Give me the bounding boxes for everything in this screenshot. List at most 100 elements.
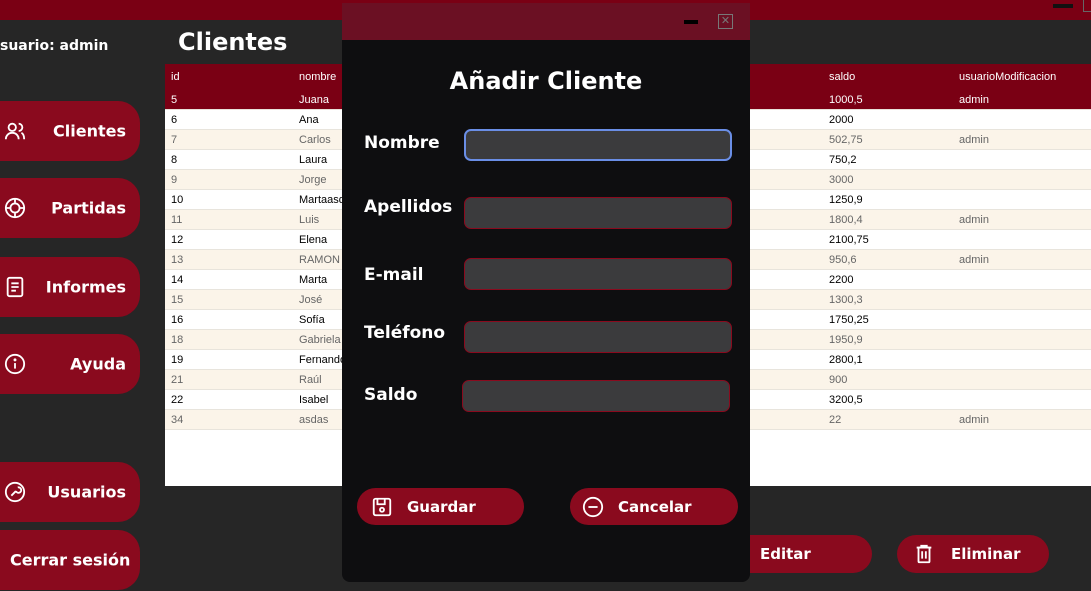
telefono-label: Teléfono [364,323,446,343]
document-icon [6,276,24,298]
table-cell-id: 21 [165,369,293,390]
column-header-id[interactable]: id [165,64,293,90]
table-cell-mod [953,369,1091,390]
sidebar-item-label: Clientes [53,121,126,141]
table-cell-mod [953,149,1091,170]
dialog-close-button[interactable]: ✕ [718,14,733,29]
table-cell-id: 7 [165,129,293,150]
apellidos-field[interactable] [464,197,732,229]
table-cell-mod [953,329,1091,350]
delete-button[interactable]: Eliminar [897,535,1049,573]
dialog-minimize-button[interactable] [684,20,698,24]
table-cell-saldo: 2800,1 [823,349,953,370]
table-cell-id: 14 [165,269,293,290]
table-cell-saldo: 1250,9 [823,189,953,210]
table-cell-saldo: 950,6 [823,249,953,270]
table-cell-saldo: 1300,3 [823,289,953,310]
email-label: E-mail [364,265,424,285]
table-cell-id: 22 [165,389,293,410]
users-icon [4,122,26,140]
table-cell-saldo: 2000 [823,109,953,130]
table-cell-id: 5 [165,90,293,110]
table-cell-mod [953,289,1091,310]
table-cell-mod [953,389,1091,410]
table-cell-mod: admin [953,129,1091,150]
info-icon [4,353,26,375]
current-user-label: suario: admin [0,38,109,54]
table-cell-id: 8 [165,149,293,170]
table-cell-saldo: 3200,5 [823,389,953,410]
table-cell-saldo: 1000,5 [823,90,953,110]
logout-button[interactable]: Cerrar sesión [0,530,140,590]
table-cell-id: 11 [165,209,293,230]
table-cell-mod: admin [953,209,1091,230]
table-cell-id: 6 [165,109,293,130]
table-cell-saldo: 3000 [823,169,953,190]
sidebar-item-partidas[interactable]: Partidas [0,178,140,238]
column-header-usuario-modificacion[interactable]: usuarioModificacion [953,64,1091,90]
table-cell-mod [953,309,1091,330]
table-cell-mod [953,349,1091,370]
telefono-field[interactable] [464,321,732,353]
sidebar-item-usuarios[interactable]: Usuarios [0,462,140,522]
sidebar-item-clientes[interactable]: Clientes [0,101,140,161]
cancel-label: Cancelar [618,497,692,516]
save-label: Guardar [407,497,476,516]
cancel-button[interactable]: Cancelar [570,488,738,525]
minimize-button[interactable] [1053,4,1073,8]
table-cell-saldo: 900 [823,369,953,390]
edit-label: Editar [760,545,811,563]
sidebar-item-ayuda[interactable]: Ayuda [0,334,140,394]
maximize-button[interactable] [1083,0,1091,12]
table-cell-id: 13 [165,249,293,270]
table-cell-saldo: 502,75 [823,129,953,150]
table-cell-saldo: 2100,75 [823,229,953,250]
table-cell-id: 18 [165,329,293,350]
sidebar-item-label: Informes [45,277,126,297]
table-cell-mod: admin [953,249,1091,270]
add-client-dialog: ✕ Añadir Cliente Nombre Apellidos E-mail… [342,3,750,582]
table-cell-mod [953,109,1091,130]
save-icon [372,497,392,516]
table-cell-id: 9 [165,169,293,190]
table-cell-id: 19 [165,349,293,370]
poker-chip-icon [4,197,26,219]
logout-label: Cerrar sesión [10,550,131,570]
window-controls [1041,0,1091,20]
nombre-field[interactable] [464,129,732,161]
table-cell-saldo: 22 [823,409,953,430]
nombre-label: Nombre [364,133,440,153]
delete-label: Eliminar [951,545,1021,563]
table-cell-saldo: 1750,25 [823,309,953,330]
table-cell-mod: admin [953,409,1091,430]
table-cell-saldo: 2200 [823,269,953,290]
sidebar-item-label: Partidas [51,198,126,218]
table-cell-saldo: 1950,9 [823,329,953,350]
dialog-title: Añadir Cliente [449,67,643,95]
wrench-icon [4,481,26,503]
column-header-saldo[interactable]: saldo [823,64,953,90]
table-cell-mod [953,169,1091,190]
page-title: Clientes [178,28,288,56]
sidebar-item-label: Ayuda [70,354,126,374]
sidebar-item-label: Usuarios [47,482,126,502]
table-cell-id: 10 [165,189,293,210]
table-cell-saldo: 750,2 [823,149,953,170]
table-cell-mod: admin [953,90,1091,110]
table-cell-id: 16 [165,309,293,330]
apellidos-label: Apellidos [364,197,453,217]
table-cell-mod [953,189,1091,210]
saldo-field[interactable] [462,380,730,412]
minus-circle-icon [582,496,604,517]
trash-icon [916,544,932,564]
save-button[interactable]: Guardar [357,488,524,525]
table-cell-saldo: 1800,4 [823,209,953,230]
email-field[interactable] [464,258,732,290]
saldo-label: Saldo [364,385,418,405]
table-cell-id: 15 [165,289,293,310]
table-cell-id: 34 [165,409,293,430]
sidebar-item-informes[interactable]: Informes [0,257,140,317]
table-cell-id: 12 [165,229,293,250]
table-cell-mod [953,269,1091,290]
table-cell-mod [953,229,1091,250]
